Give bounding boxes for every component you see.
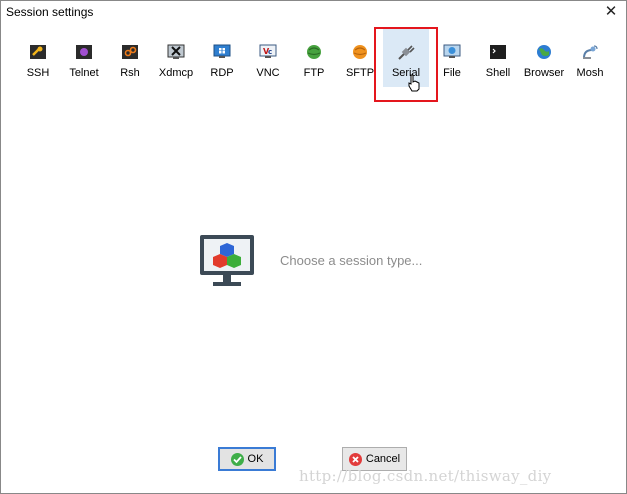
session-type-label: Mosh xyxy=(576,67,604,79)
close-button[interactable]: ✕ xyxy=(600,2,622,22)
xdmcp-icon xyxy=(167,44,185,59)
title-bar: Session settings ✕ xyxy=(1,1,626,23)
mosh-satellite-icon xyxy=(583,45,598,59)
placeholder-text: Choose a session type... xyxy=(280,253,423,268)
dialog-title: Session settings xyxy=(6,5,94,19)
serial-plug-icon xyxy=(398,45,415,60)
sftp-icon xyxy=(353,45,367,59)
svg-text:c: c xyxy=(268,48,272,56)
session-type-mosh[interactable]: Mosh xyxy=(567,29,613,87)
telnet-icon xyxy=(76,45,92,59)
vnc-icon: V c xyxy=(259,44,277,58)
shell-terminal-icon xyxy=(490,45,506,59)
rsh-icon xyxy=(122,45,138,59)
session-type-monitor-icon xyxy=(200,235,254,286)
browser-globe-icon xyxy=(537,45,551,59)
ok-label: OK xyxy=(247,453,264,465)
file-monitor-icon xyxy=(443,44,461,58)
session-settings-dialog: Session settings ✕ SSH Telnet Rsh Xdmcp … xyxy=(0,0,627,494)
watermark-text: http://blog.csdn.net/thisway_diy xyxy=(299,467,552,485)
ssh-key-icon xyxy=(30,45,46,59)
rdp-icon xyxy=(213,44,231,58)
cancel-label: Cancel xyxy=(365,453,401,465)
session-type-toolbar: SSH Telnet Rsh Xdmcp RDP V c VNC FTP SFT… xyxy=(1,29,626,92)
ok-button[interactable]: OK xyxy=(218,447,276,471)
checkmark-icon xyxy=(230,452,244,466)
ftp-icon xyxy=(307,45,321,59)
cancel-x-icon xyxy=(348,452,362,466)
